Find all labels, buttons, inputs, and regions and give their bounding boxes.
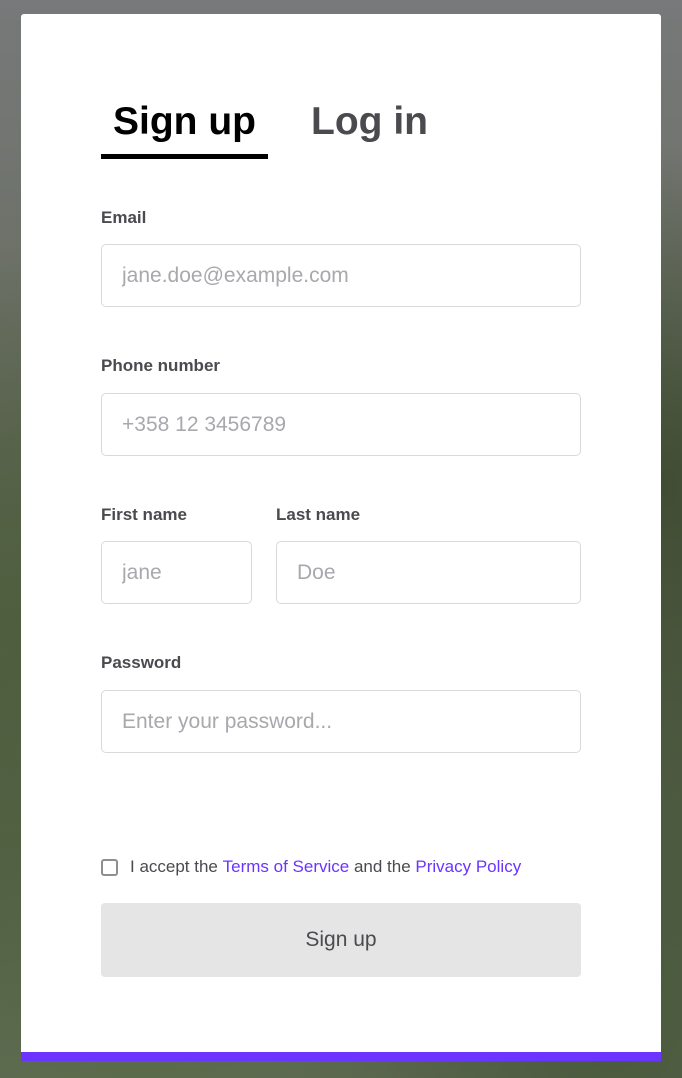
terms-of-service-link[interactable]: Terms of Service (223, 857, 350, 877)
tab-log-in[interactable]: Log in (307, 86, 432, 158)
terms-prefix: I accept the (130, 857, 223, 876)
password-label: Password (101, 653, 182, 672)
terms-row: I accept the Terms of Service and the Pr… (101, 856, 581, 878)
first-name-field[interactable] (101, 541, 252, 604)
password-field[interactable] (101, 690, 581, 753)
sign-up-button[interactable]: Sign up (101, 903, 581, 977)
terms-middle: and the (349, 857, 416, 876)
email-field[interactable] (101, 244, 581, 307)
auth-tabs: Sign up Log in (101, 86, 581, 160)
phone-field[interactable] (101, 393, 581, 456)
email-label: Email (101, 208, 147, 227)
signup-card: Sign up Log in Email Phone number First … (21, 14, 661, 1061)
card-accent-bar (21, 1052, 661, 1061)
tab-sign-up[interactable]: Sign up (101, 86, 268, 158)
phone-label: Phone number (101, 356, 221, 375)
accept-terms-checkbox[interactable] (101, 858, 118, 876)
last-name-label: Last name (276, 505, 361, 524)
active-tab-indicator (101, 154, 268, 159)
last-name-field[interactable] (276, 541, 581, 604)
first-name-label: First name (101, 505, 187, 524)
privacy-policy-link[interactable]: Privacy Policy (415, 857, 521, 877)
